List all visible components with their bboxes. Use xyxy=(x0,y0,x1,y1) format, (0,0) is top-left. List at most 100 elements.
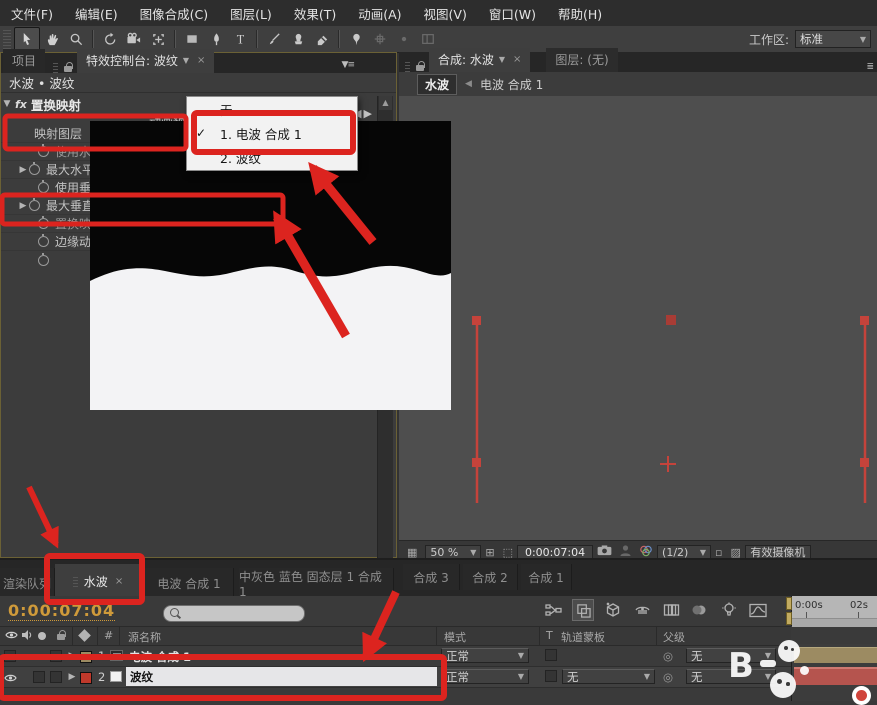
twirl-right-icon[interactable]: ▶ xyxy=(66,672,78,682)
menu-help[interactable]: 帮助(H) xyxy=(547,4,613,23)
rotation-tool-icon[interactable] xyxy=(98,28,122,50)
layer-color-swatch[interactable] xyxy=(80,651,92,663)
menu-layer[interactable]: 图层(L) xyxy=(219,4,283,23)
pickwhip-icon[interactable]: ◎ xyxy=(663,670,673,684)
mode-dropdown[interactable]: 正常 ▼ xyxy=(441,648,529,663)
video-toggle[interactable] xyxy=(4,650,16,662)
brainstorm-icon[interactable] xyxy=(719,600,739,620)
stopwatch-icon[interactable] xyxy=(38,216,49,229)
menu-effect[interactable]: 效果(T) xyxy=(283,4,347,23)
t-checkbox[interactable] xyxy=(545,670,557,682)
eraser-tool-icon[interactable] xyxy=(310,28,334,50)
search-input[interactable] xyxy=(163,605,305,622)
crumb-current-comp[interactable]: 水波 xyxy=(417,73,458,95)
layer-color-swatch[interactable] xyxy=(80,672,92,684)
menu-edit[interactable]: 编辑(E) xyxy=(64,4,129,23)
menu-animation[interactable]: 动画(A) xyxy=(347,4,412,23)
graph-editor-icon[interactable] xyxy=(748,600,768,620)
clone-stamp-tool-icon[interactable] xyxy=(286,28,310,50)
crumb-parent-comp[interactable]: 电波 合成 1 xyxy=(480,76,543,93)
video-eye-icon[interactable] xyxy=(4,672,17,686)
close-icon[interactable]: × xyxy=(513,54,521,65)
tab-project[interactable]: 项目 xyxy=(3,49,46,73)
puppet-pin-tool-icon[interactable] xyxy=(344,28,368,50)
comp-viewer[interactable] xyxy=(399,96,877,540)
shy-layers-icon[interactable] xyxy=(632,600,652,620)
time-ruler[interactable]: 0:00s 02s xyxy=(791,596,877,627)
lock-toggle[interactable] xyxy=(50,650,62,662)
source-name-column-header[interactable]: 源名称 xyxy=(128,629,161,645)
menu-composition[interactable]: 图像合成(C) xyxy=(129,4,219,23)
camera-tool-icon[interactable] xyxy=(122,28,146,50)
region-of-interest-icon[interactable]: ⬚ xyxy=(503,546,513,559)
close-icon[interactable]: × xyxy=(115,576,123,587)
tab-dianbo-comp1[interactable]: 电波 合成 1 xyxy=(145,568,234,598)
pixel-aspect-icon[interactable]: ▫ xyxy=(715,546,722,559)
dropdown-item-bowen[interactable]: 2. 波纹 xyxy=(187,145,357,169)
dropdown-item-dianbo-comp1[interactable]: ✓ 1. 电波 合成 1 xyxy=(187,121,357,145)
scroll-up-icon[interactable]: ▲ xyxy=(379,96,392,110)
tab-shuibo[interactable]: 水波 × xyxy=(55,564,142,598)
flowchart-icon[interactable] xyxy=(543,600,563,620)
frame-blend-icon[interactable] xyxy=(661,600,681,620)
pan-behind-tool-icon[interactable] xyxy=(146,28,170,50)
workspace-dropdown[interactable]: 标准 ▼ xyxy=(795,30,871,48)
tab-effect-controls[interactable]: 特效控制台: 波纹 ▼ × xyxy=(77,49,215,73)
panel-menu-icon[interactable]: ≣ xyxy=(866,62,873,72)
snapshot-camera-icon[interactable] xyxy=(597,545,612,559)
lock-icon[interactable] xyxy=(415,61,426,72)
panel-grip[interactable] xyxy=(405,60,410,72)
tab-render-queue[interactable]: 渲染队列 xyxy=(0,568,55,598)
close-icon[interactable]: × xyxy=(197,55,205,66)
hand-tool-icon[interactable] xyxy=(40,28,64,50)
menu-file[interactable]: 文件(F) xyxy=(0,4,64,23)
track-matte-column-header[interactable]: 轨道蒙板 xyxy=(561,629,605,645)
t-column-header[interactable]: T xyxy=(546,629,553,642)
stopwatch-icon[interactable] xyxy=(29,198,40,211)
layer-row-2[interactable]: ▶ 2 波纹 正常 ▼ 无 ▼ ◎ 无 ▼ xyxy=(0,667,791,688)
pen-tool-icon[interactable] xyxy=(204,28,228,50)
type-tool-icon[interactable]: T xyxy=(228,28,252,50)
tab-comp2[interactable]: 合成 2 xyxy=(463,564,518,590)
stopwatch-icon[interactable] xyxy=(38,252,49,266)
fast-preview-icon[interactable]: ▨ xyxy=(731,546,741,559)
twirl-right-icon[interactable]: ▶ xyxy=(66,651,78,661)
stopwatch-icon[interactable] xyxy=(38,144,49,157)
zoom-tool-icon[interactable] xyxy=(64,28,88,50)
panel-grip[interactable] xyxy=(53,61,59,73)
selection-tool-icon[interactable] xyxy=(14,27,40,51)
tab-comp3[interactable]: 合成 3 xyxy=(403,564,460,590)
twirl-down-icon[interactable]: ▼ xyxy=(1,99,13,109)
panel-menu-icon[interactable]: ▼≡ xyxy=(342,60,356,73)
lock-icon[interactable] xyxy=(63,62,74,73)
chevron-down-icon[interactable]: ▼ xyxy=(499,55,505,64)
transparency-grid-icon[interactable] xyxy=(572,599,594,621)
stopwatch-icon[interactable] xyxy=(38,234,49,247)
brush-tool-icon[interactable] xyxy=(262,28,286,50)
work-area-start-marker[interactable] xyxy=(786,597,792,610)
grid-options-icon[interactable]: ▦ xyxy=(407,546,417,559)
chevron-down-icon[interactable]: ▼ xyxy=(183,56,189,65)
solo-toggle[interactable] xyxy=(33,671,45,683)
tab-layer[interactable]: 图层: (无) xyxy=(546,48,618,72)
menu-view[interactable]: 视图(V) xyxy=(413,4,478,23)
track-matte-dropdown[interactable]: 无 ▼ xyxy=(562,669,655,684)
dropdown-item-none[interactable]: 无 xyxy=(187,97,357,121)
safe-margins-icon[interactable]: ⊞ xyxy=(485,546,494,559)
timeline-timecode[interactable]: 0:00:07:04 xyxy=(8,601,116,621)
lock-toggle[interactable] xyxy=(50,671,62,683)
motion-blur-icon[interactable] xyxy=(690,600,710,620)
mask-rectangle-tool-icon[interactable] xyxy=(180,28,204,50)
menu-window[interactable]: 窗口(W) xyxy=(478,4,547,23)
mode-dropdown[interactable]: 正常 ▼ xyxy=(441,669,529,684)
selected-layer-name-bar[interactable]: 波纹 xyxy=(126,667,437,686)
twirl-right-icon[interactable]: ▶ xyxy=(17,201,29,211)
draft-3d-icon[interactable] xyxy=(603,600,623,620)
layer-name[interactable]: 电波 合成 1 xyxy=(129,649,191,665)
mode-column-header[interactable]: 模式 xyxy=(444,629,466,645)
t-checkbox[interactable] xyxy=(545,649,557,661)
twirl-right-icon[interactable]: ▶ xyxy=(17,165,29,175)
work-area-end-marker[interactable] xyxy=(786,612,792,625)
stopwatch-icon[interactable] xyxy=(29,162,40,175)
tab-solid-comp1[interactable]: 中灰色 蓝色 固态层 1 合成 1 xyxy=(239,568,394,599)
